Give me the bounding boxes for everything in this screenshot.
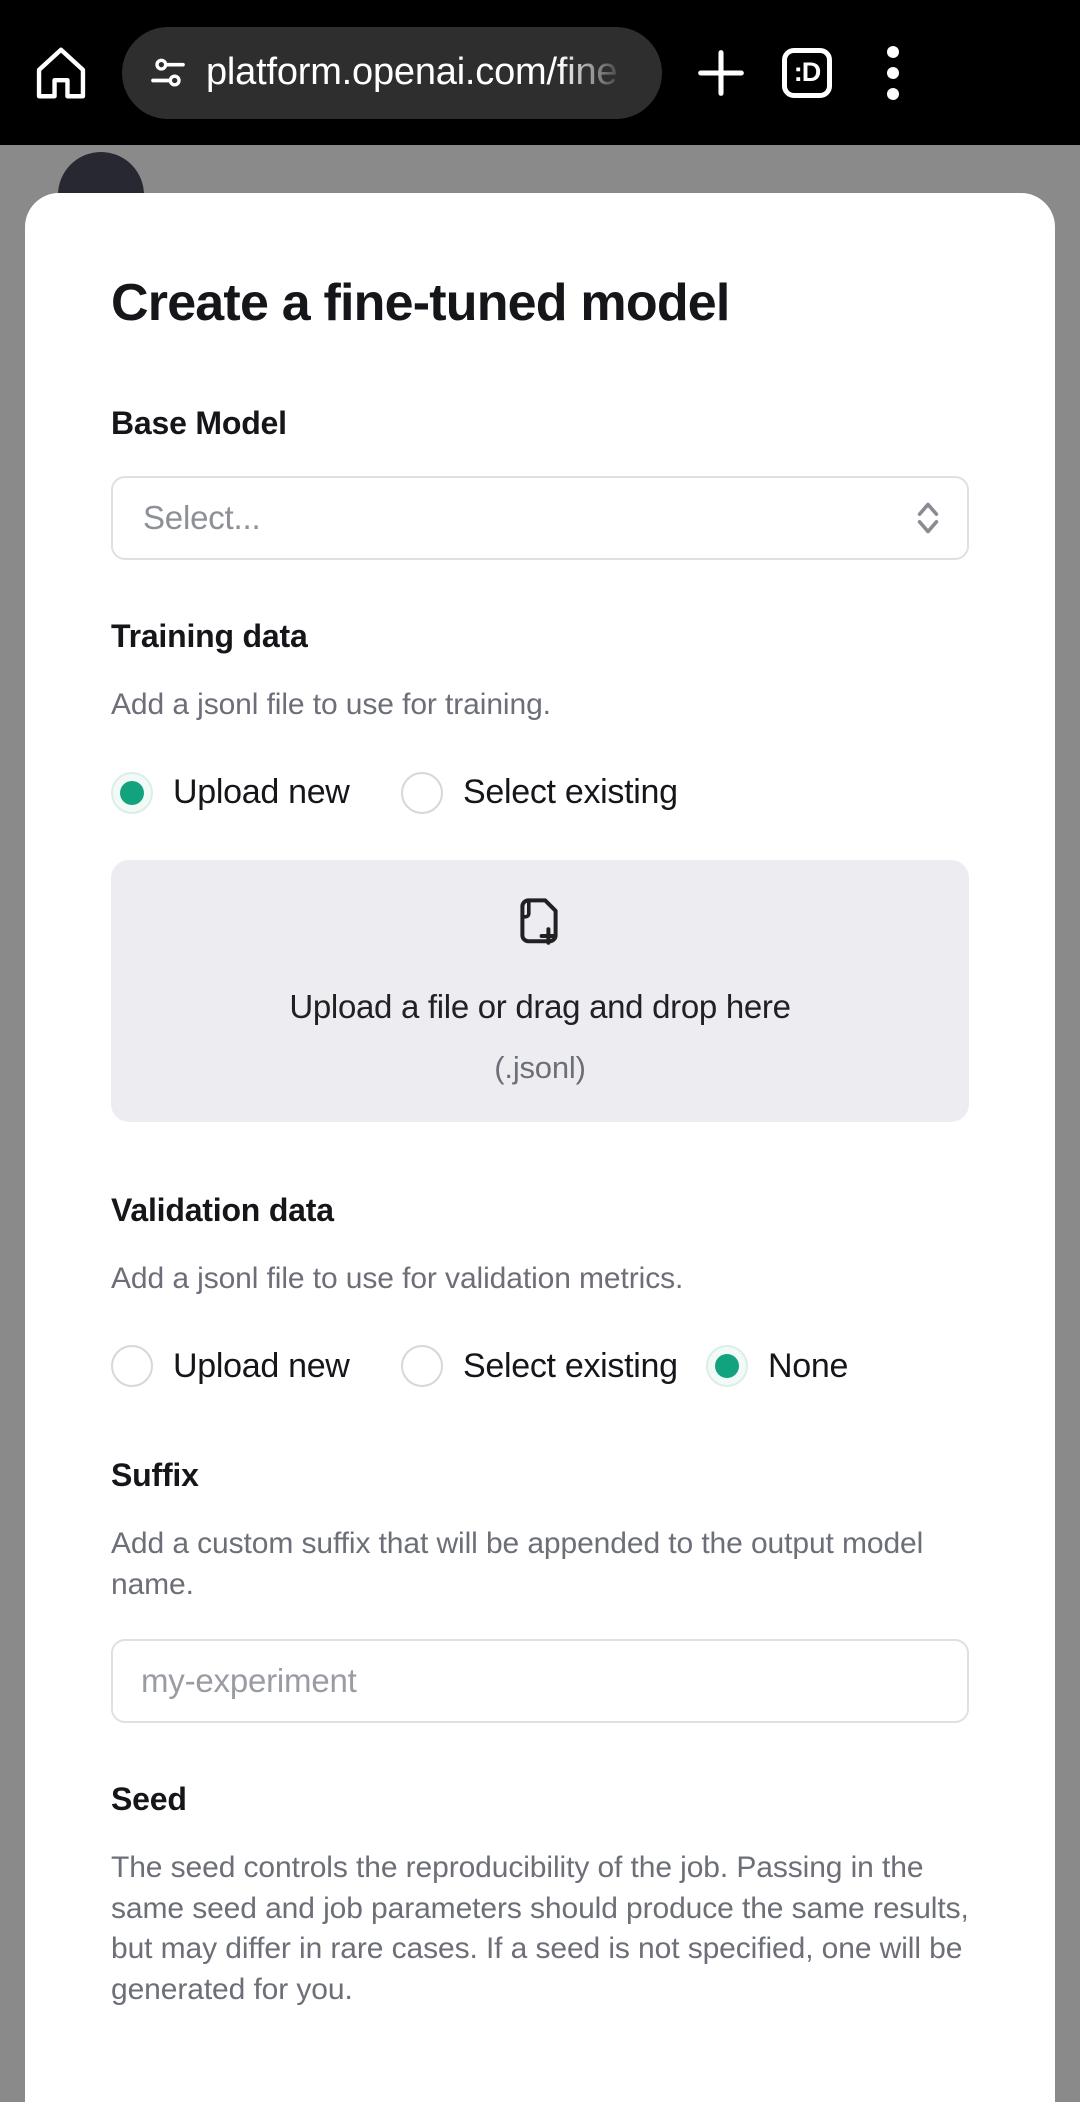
- radio-indicator: [111, 1345, 153, 1387]
- validation-data-label: Validation data: [111, 1191, 334, 1228]
- radio-label: None: [768, 1346, 849, 1385]
- training-select-existing-radio[interactable]: Select existing: [401, 771, 678, 814]
- training-data-radio-group: Upload new Select existing: [111, 771, 969, 814]
- radio-indicator: [706, 1345, 748, 1387]
- plus-icon: [698, 49, 744, 96]
- radio-indicator: [401, 771, 443, 814]
- validation-data-description: Add a jsonl file to use for validation m…: [111, 1261, 684, 1295]
- radio-indicator: [401, 1345, 443, 1387]
- url-text: platform.openai.com/fine: [206, 51, 618, 93]
- tab-switcher-button[interactable]: :D: [764, 30, 850, 116]
- browser-toolbar: platform.openai.com/fine :D: [0, 0, 1080, 145]
- validation-data-radio-group: Upload new Select existing None: [111, 1345, 969, 1387]
- training-data-label: Training data: [111, 618, 308, 654]
- dialog-title: Create a fine-tuned model: [111, 274, 730, 332]
- radio-label: Upload new: [173, 773, 350, 811]
- dropzone-main-text: Upload a file or drag and drop here: [289, 987, 791, 1025]
- file-plus-icon: [520, 897, 558, 945]
- base-model-select[interactable]: Select...: [111, 476, 969, 560]
- validation-select-existing-radio[interactable]: Select existing: [401, 1345, 706, 1387]
- dropzone-sub-text: (.jsonl): [494, 1049, 586, 1085]
- seed-description: The seed controls the reproducibility of…: [111, 1851, 969, 2006]
- base-model-label: Base Model: [111, 405, 287, 441]
- phone-screen: platform.openai.com/fine :D Create a fin…: [0, 0, 1080, 2102]
- home-icon: [36, 47, 86, 98]
- browser-menu-button[interactable]: [850, 30, 936, 116]
- home-button[interactable]: [24, 36, 98, 110]
- radio-label: Select existing: [463, 1346, 678, 1385]
- suffix-input[interactable]: [111, 1639, 969, 1723]
- validation-upload-new-radio[interactable]: Upload new: [111, 1345, 401, 1387]
- training-upload-new-radio[interactable]: Upload new: [111, 771, 401, 814]
- suffix-label: Suffix: [111, 1457, 199, 1493]
- chevron-up-down-icon: [917, 502, 939, 534]
- radio-label: Select existing: [463, 773, 678, 811]
- suffix-description: Add a custom suffix that will be appende…: [111, 1527, 924, 1601]
- tab-count-badge: :D: [782, 47, 832, 98]
- kebab-menu-icon: [887, 45, 899, 100]
- training-data-dropzone[interactable]: Upload a file or drag and drop here (.js…: [111, 859, 969, 1122]
- radio-indicator: [111, 771, 153, 814]
- radio-label: Upload new: [173, 1346, 350, 1385]
- address-bar[interactable]: platform.openai.com/fine: [122, 26, 662, 119]
- new-tab-button[interactable]: [678, 30, 764, 116]
- validation-none-radio[interactable]: None: [706, 1345, 848, 1387]
- base-model-selected-value: Select...: [143, 499, 261, 536]
- seed-label: Seed: [111, 1781, 187, 1817]
- tune-icon: [151, 58, 185, 86]
- training-data-description: Add a jsonl file to use for training.: [111, 688, 551, 721]
- create-fine-tuned-model-dialog: Create a fine-tuned model Base Model Sel…: [25, 193, 1055, 2102]
